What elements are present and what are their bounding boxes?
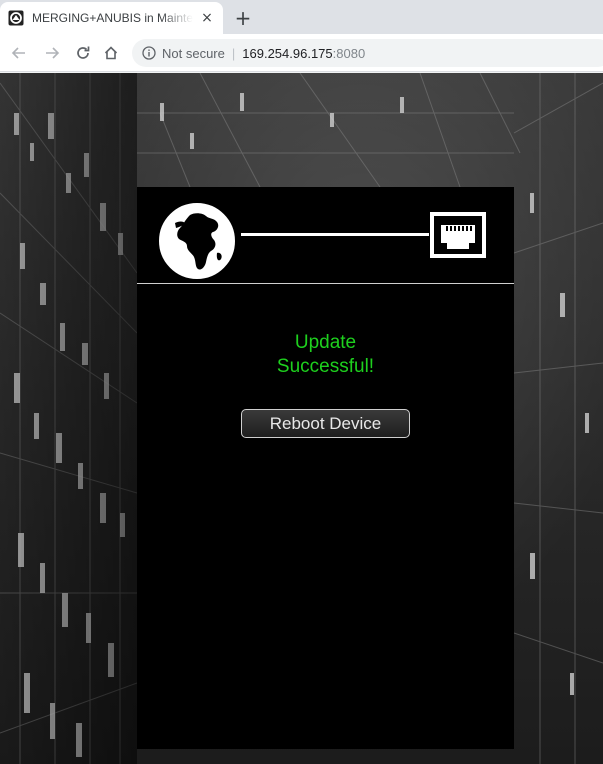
connection-header [137, 187, 514, 283]
home-icon [104, 46, 118, 60]
url-separator: | [231, 45, 236, 61]
url-host: 169.254.96.175 [242, 45, 333, 61]
browser-tab[interactable]: MERGING+ANUBIS in Maintenance × [0, 2, 223, 34]
home-button[interactable] [100, 42, 122, 64]
connection-line [241, 233, 429, 236]
status-line-1: Update [294, 332, 357, 353]
header-divider [137, 283, 514, 284]
address-bar[interactable]: Not secure | 169.254.96.175:8080 [132, 39, 603, 67]
maintenance-panel: Update Successful! Reboot Device [137, 187, 514, 749]
info-icon[interactable] [142, 46, 156, 60]
browser-toolbar: Not secure | 169.254.96.175:8080 [0, 34, 603, 72]
security-label: Not secure [162, 45, 225, 61]
merging-logo-icon [8, 10, 24, 26]
page-viewport: Update Successful! Reboot Device [0, 73, 603, 764]
tab-bar: MERGING+ANUBIS in Maintenance × + [0, 0, 603, 34]
ethernet-port-icon [430, 212, 486, 258]
url-port: :8080 [332, 45, 366, 61]
forward-button[interactable] [41, 42, 63, 64]
new-tab-button[interactable]: + [232, 7, 254, 29]
reload-icon [77, 46, 90, 59]
reload-button[interactable] [72, 42, 94, 64]
back-button[interactable] [8, 42, 30, 64]
reboot-device-button[interactable]: Reboot Device [241, 409, 410, 438]
status-line-2: Successful! [276, 356, 375, 377]
arrow-left-icon [11, 47, 25, 59]
arrow-right-icon [46, 47, 60, 59]
close-icon[interactable]: × [199, 10, 215, 26]
update-status: Update Successful! [137, 331, 514, 379]
tab-title: MERGING+ANUBIS in Maintenance [32, 11, 193, 25]
globe-icon [159, 203, 235, 279]
